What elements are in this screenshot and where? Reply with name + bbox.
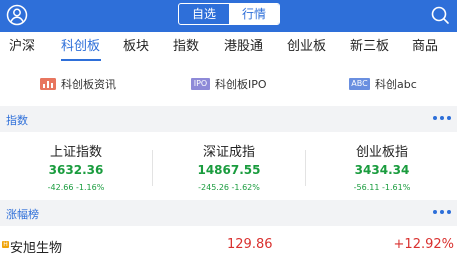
active-tab-indicator xyxy=(61,59,101,61)
search-icon[interactable] xyxy=(429,4,451,26)
index-card-sse[interactable]: 上证指数 3632.36 -42.66 -1.16% xyxy=(0,132,152,200)
link-star-news-label: 科创板资讯 xyxy=(61,78,116,91)
more-icon[interactable] xyxy=(433,116,451,120)
index-name: 创业板指 xyxy=(355,145,408,160)
index-change: -245.26 -1.62% xyxy=(198,183,260,192)
link-star-ipo-label: 科创板IPO xyxy=(215,78,267,91)
index-quotes: 上证指数 3632.36 -42.66 -1.16% 深证成指 14867.55… xyxy=(0,132,457,200)
stock-change-pct: +12.92% xyxy=(393,237,454,252)
stock-price: 129.86 xyxy=(227,237,273,252)
tab-market[interactable]: 行情 xyxy=(229,4,279,24)
index-card-szse[interactable]: 深证成指 14867.55 -245.26 -1.62% xyxy=(153,132,305,200)
indices-section-title: 指数 xyxy=(6,114,28,127)
more-icon[interactable] xyxy=(433,210,451,214)
index-value: 3632.36 xyxy=(48,163,104,177)
index-name: 上证指数 xyxy=(49,145,102,160)
tab-hushen[interactable]: 沪深 xyxy=(9,32,35,62)
top-header: 自选 行情 xyxy=(0,0,457,32)
index-name: 深证成指 xyxy=(202,145,255,160)
table-row[interactable]: H 安旭生物 129.86 +12.92% xyxy=(0,226,457,256)
link-star-abc-label: 科创abc xyxy=(375,78,417,91)
tab-chinext[interactable]: 创业板 xyxy=(287,32,326,62)
gainers-section-header: 涨幅榜 xyxy=(0,200,457,226)
tab-neeq[interactable]: 新三板 xyxy=(350,32,389,62)
market-tag-icon: H xyxy=(2,241,9,248)
tab-watchlist[interactable]: 自选 xyxy=(179,4,229,24)
ipo-icon: IPO xyxy=(191,78,210,90)
link-star-ipo[interactable]: IPO 科创板IPO xyxy=(191,76,267,92)
tab-hk-connect[interactable]: 港股通 xyxy=(224,32,263,62)
tab-indices[interactable]: 指数 xyxy=(173,32,199,62)
tab-star-market[interactable]: 科创板 xyxy=(61,32,100,62)
tab-commodities[interactable]: 商品 xyxy=(412,32,438,62)
link-star-news[interactable]: 科创板资讯 xyxy=(40,76,116,92)
tab-sectors[interactable]: 板块 xyxy=(123,32,149,62)
news-chart-icon xyxy=(40,78,56,90)
index-card-chinext[interactable]: 创业板指 3434.34 -56.11 -1.61% xyxy=(306,132,457,200)
index-change: -56.11 -1.61% xyxy=(353,183,411,192)
abc-icon: ABC xyxy=(349,78,370,90)
star-market-links: 科创板资讯 IPO 科创板IPO ABC 科创abc xyxy=(0,62,457,106)
stock-name: 安旭生物 xyxy=(10,241,63,256)
index-value: 14867.55 xyxy=(197,163,261,177)
link-star-abc[interactable]: ABC 科创abc xyxy=(349,76,417,92)
gainers-section-title: 涨幅榜 xyxy=(6,208,39,221)
index-change: -42.66 -1.16% xyxy=(47,183,105,192)
indices-section-header: 指数 xyxy=(0,106,457,132)
category-tabs: 沪深 科创板 板块 指数 港股通 创业板 新三板 商品 xyxy=(0,32,457,62)
user-icon[interactable] xyxy=(6,4,28,26)
index-value: 3434.34 xyxy=(354,163,410,177)
watchlist-market-switch: 自选 行情 xyxy=(178,3,280,25)
